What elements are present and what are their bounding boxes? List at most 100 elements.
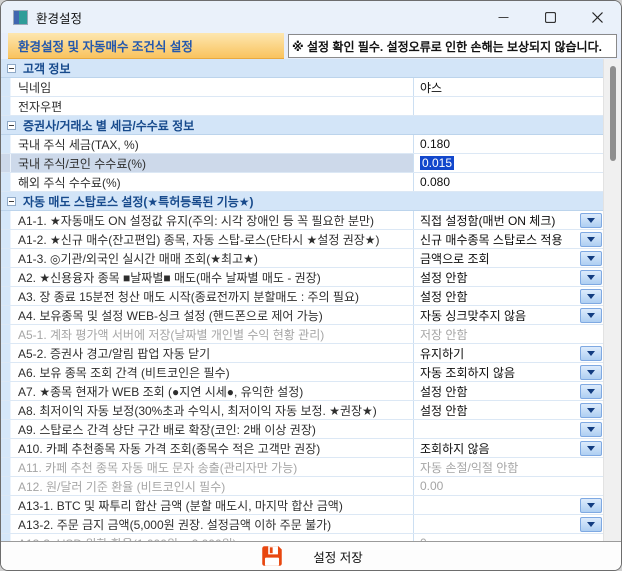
row-value-text: 유지하기 — [420, 345, 464, 362]
row-value[interactable] — [414, 97, 604, 115]
row-value-text: 자동 조회하지 않음 — [420, 364, 515, 381]
row-gutter — [1, 287, 11, 305]
row-label: 해외 주식 수수료(%) — [11, 173, 414, 191]
dropdown-button[interactable] — [580, 346, 602, 361]
row-value[interactable]: 0.080 — [414, 173, 604, 191]
grid-row[interactable]: A1-3. ◎기관/외국인 실시간 매매 조회(★최고★)금액으로 조회 — [1, 249, 604, 268]
grid-row[interactable]: 국내 주식 세금(TAX, %)0.180 — [1, 135, 604, 154]
dropdown-button[interactable] — [580, 308, 602, 323]
row-value[interactable]: 설정 안함 — [414, 382, 580, 400]
row-value[interactable] — [414, 496, 580, 514]
row-value[interactable]: 직접 설정함(매번 ON 체크) — [414, 211, 580, 229]
row-value-text: 0 — [420, 536, 427, 541]
chevron-down-icon — [587, 408, 595, 413]
chevron-down-icon — [587, 237, 595, 242]
row-value[interactable]: 설정 안함 — [414, 268, 580, 286]
maximize-icon — [545, 12, 556, 23]
grid-row[interactable]: A5-2. 증권사 경고/알림 팝업 자동 닫기유지하기 — [1, 344, 604, 363]
row-value[interactable]: 설정 안함 — [414, 401, 580, 419]
row-value[interactable]: 조회하지 않음 — [414, 439, 580, 457]
row-value[interactable]: 신규 매수종목 스탑로스 적용 — [414, 230, 580, 248]
row-gutter — [1, 268, 11, 286]
grid-row[interactable]: A7. ★종목 현재가 WEB 조회 (●지연 시세●, 유익한 설정)설정 안… — [1, 382, 604, 401]
row-value[interactable]: 0 — [414, 534, 604, 541]
close-button[interactable] — [574, 1, 621, 33]
grid-row[interactable]: A11. 카페 추천 종목 자동 매도 문자 송출(관리자만 가능)자동 손절/… — [1, 458, 604, 477]
grid-row[interactable]: A2. ★신용융자 종목 ■날짜별■ 매도(매수 날짜별 매도 - 권장)설정 … — [1, 268, 604, 287]
maximize-button[interactable] — [527, 1, 574, 33]
row-gutter — [1, 477, 11, 495]
grid-row[interactable]: A10. 카페 추천종목 자동 가격 조회(종목수 적은 고객만 권장)조회하지… — [1, 439, 604, 458]
dropdown-button[interactable] — [580, 517, 602, 532]
dropdown-button[interactable] — [580, 289, 602, 304]
grid-row[interactable]: A1-1. ★자동매도 ON 설정값 유지(주의: 시각 장애인 등 꼭 필요한… — [1, 211, 604, 230]
row-gutter — [1, 363, 11, 381]
chevron-down-icon — [587, 256, 595, 261]
row-gutter — [1, 211, 11, 229]
section-header-row[interactable]: 증권사/거래소 별 세금/수수료 정보 — [1, 116, 604, 135]
row-value[interactable]: 0.180 — [414, 135, 604, 153]
grid-row[interactable]: A5-1. 계좌 평가액 서버에 저장(날짜별 개인별 수익 현황 관리)저장 … — [1, 325, 604, 344]
row-gutter — [1, 249, 11, 267]
row-gutter — [1, 534, 11, 541]
settings-grid-area: 고객 정보닉네임야스전자우편증권사/거래소 별 세금/수수료 정보국내 주식 세… — [1, 59, 621, 541]
dropdown-button[interactable] — [580, 251, 602, 266]
grid-row[interactable]: A1-2. ★신규 매수(잔고편입) 종목, 자동 스탑-로스(단타시 ★설정 … — [1, 230, 604, 249]
scrollbar-thumb[interactable] — [610, 66, 616, 161]
chevron-down-icon — [587, 275, 595, 280]
row-gutter — [1, 306, 11, 324]
chevron-down-icon — [587, 522, 595, 527]
grid-row[interactable]: 국내 주식/코인 수수료(%)0.015 — [1, 154, 604, 173]
dropdown-button[interactable] — [580, 422, 602, 437]
grid-row[interactable]: A13-2. 주문 금지 금액(5,000원 권장. 설정금액 이하 주문 불가… — [1, 515, 604, 534]
collapse-minus-icon[interactable] — [7, 121, 16, 130]
row-value[interactable]: 자동 조회하지 않음 — [414, 363, 580, 381]
row-value[interactable]: 설정 안함 — [414, 287, 580, 305]
save-settings-button[interactable]: 설정 저장 — [259, 543, 362, 569]
scrollbar-track[interactable] — [603, 59, 621, 541]
window-title: 환경설정 — [36, 8, 82, 27]
row-label: 국내 주식 세금(TAX, %) — [11, 135, 414, 153]
dropdown-button[interactable] — [580, 498, 602, 513]
dropdown-button[interactable] — [580, 270, 602, 285]
dropdown-button[interactable] — [580, 213, 602, 228]
grid-row[interactable]: 닉네임야스 — [1, 78, 604, 97]
grid-row[interactable]: A3. 장 종료 15분전 청산 매도 시작(종료전까지 분할매도 : 주의 필… — [1, 287, 604, 306]
row-value[interactable]: 저장 안함 — [414, 325, 604, 343]
minimize-button[interactable] — [480, 1, 527, 33]
grid-row[interactable]: A9. 스탑로스 간격 상단 구간 배로 확장(코인: 2배 이상 권장) — [1, 420, 604, 439]
dropdown-button[interactable] — [580, 365, 602, 380]
row-value[interactable]: 유지하기 — [414, 344, 580, 362]
dropdown-button[interactable] — [580, 232, 602, 247]
row-value[interactable] — [414, 420, 580, 438]
row-value-text: 설정 안함 — [420, 288, 468, 305]
collapse-minus-icon[interactable] — [7, 64, 16, 73]
dropdown-button[interactable] — [580, 441, 602, 456]
dropdown-button[interactable] — [580, 384, 602, 399]
row-value[interactable]: 0.015 — [414, 154, 604, 172]
grid-row[interactable]: 해외 주식 수수료(%)0.080 — [1, 173, 604, 192]
grid-row[interactable]: 전자우편 — [1, 97, 604, 116]
collapse-minus-icon[interactable] — [7, 197, 16, 206]
row-value[interactable]: 자동 싱크맞추지 않음 — [414, 306, 580, 324]
section-header-row[interactable]: 자동 매도 스탑로스 설정(★특허등록된 기능★) — [1, 192, 604, 211]
row-label: A13-3. USD 원화 환율(1,000원 ~ 2,000원) — [11, 534, 414, 541]
row-label: 닉네임 — [11, 78, 414, 96]
grid-row[interactable]: A12. 원/달러 기준 환율 (비트코인시 필수)0.00 — [1, 477, 604, 496]
row-value[interactable]: 금액으로 조회 — [414, 249, 580, 267]
grid-row[interactable]: A4. 보유종목 및 설정 WEB-싱크 설정 (핸드폰으로 제어 가능)자동 … — [1, 306, 604, 325]
grid-row[interactable]: A13-3. USD 원화 환율(1,000원 ~ 2,000원) 0 — [1, 534, 604, 541]
warning-banner: ※ 설정 확인 필수. 설정오류로 인한 손해는 보상되지 않습니다. — [288, 34, 617, 58]
row-value[interactable]: 자동 손절/익절 안함 — [414, 458, 604, 476]
dropdown-button[interactable] — [580, 403, 602, 418]
row-value[interactable]: 0.00 — [414, 477, 604, 495]
save-floppy-icon — [259, 543, 285, 569]
section-header-row[interactable]: 고객 정보 — [1, 59, 604, 78]
tab-settings[interactable]: 환경설정 및 자동매수 조건식 설정 — [8, 33, 284, 59]
row-value-text: 설정 안함 — [420, 402, 468, 419]
grid-row[interactable]: A6. 보유 종목 조회 간격 (비트코인은 필수)자동 조회하지 않음 — [1, 363, 604, 382]
grid-row[interactable]: A8. 최저이익 자동 보정(30%초과 수익시, 최저이익 자동 보정. ★권… — [1, 401, 604, 420]
row-value[interactable] — [414, 515, 580, 533]
row-value[interactable]: 야스 — [414, 78, 604, 96]
grid-row[interactable]: A13-1. BTC 및 짜투리 합산 금액 (분할 매도시, 마지막 합산 금… — [1, 496, 604, 515]
